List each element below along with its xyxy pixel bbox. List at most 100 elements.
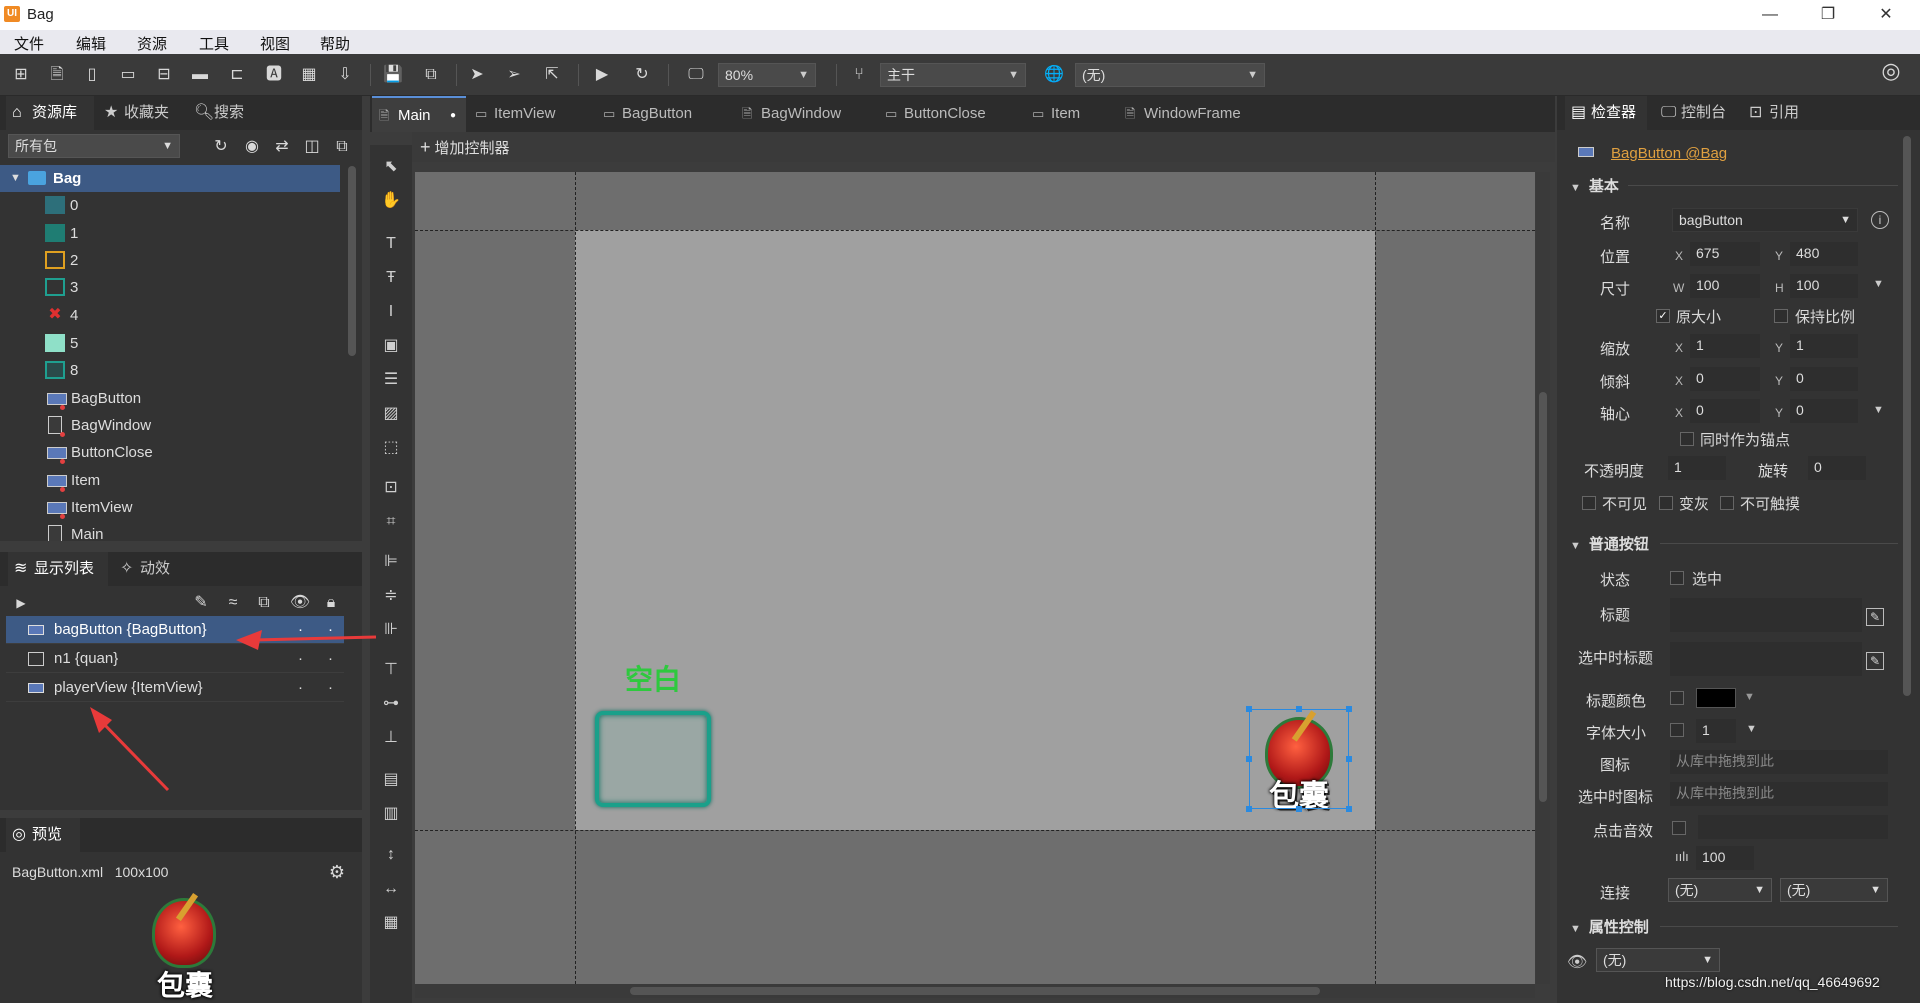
resize-handle[interactable] (1246, 706, 1252, 712)
name-input[interactable]: bagButton ▼ (1672, 208, 1858, 232)
stage-viewport[interactable]: 空白 包囊 (415, 172, 1535, 984)
list-tool-icon[interactable]: ☰ (379, 368, 403, 392)
menu-view[interactable]: 视图 (260, 33, 290, 54)
branch-icon[interactable]: ⑂ (848, 64, 870, 86)
tree-item[interactable]: 3 (0, 274, 340, 301)
menu-resource[interactable]: 资源 (137, 33, 167, 54)
group-tool-icon[interactable]: ⊡ (379, 476, 403, 500)
tab-display-list[interactable]: ≋ 显示列表 (8, 552, 108, 586)
loader-tool-icon[interactable]: ▣ (379, 334, 403, 358)
new-package-icon[interactable]: ⊞ (10, 64, 32, 86)
lock-icon[interactable]: 🔒︎ (320, 592, 342, 614)
display-row-selected[interactable]: bagButton {BagButton} · · (6, 616, 344, 644)
zoom-select[interactable]: 80% ▼ (718, 63, 816, 87)
play-icon[interactable]: ▶ (591, 64, 613, 86)
new-progress-icon[interactable]: ▬ (189, 64, 211, 86)
import-icon[interactable]: ⇩ (334, 64, 356, 86)
settings-gear-icon[interactable]: ⚙ (326, 861, 348, 883)
section-prop-control[interactable]: ▼ 属性控制 (1570, 916, 1649, 937)
menu-edit[interactable]: 编辑 (76, 33, 106, 54)
opacity-input[interactable]: 1 (1668, 456, 1726, 480)
rotation-input[interactable]: 0 (1808, 456, 1866, 480)
library-scrollbar[interactable] (348, 166, 356, 356)
graph-tool-icon[interactable]: ▨ (379, 402, 403, 426)
section-button[interactable]: ▼ 普通按钮 (1570, 533, 1649, 554)
title-color-swatch[interactable] (1696, 688, 1736, 708)
scale-x-input[interactable]: 1 (1690, 334, 1760, 358)
doc-tab-item[interactable]: ▭ Item (1025, 96, 1095, 132)
click-sound-checkbox[interactable] (1672, 821, 1686, 835)
same-width-icon[interactable]: ↔ (379, 877, 403, 901)
tab-console[interactable]: 🖵 控制台 (1655, 96, 1735, 130)
selected-title-input[interactable] (1670, 642, 1862, 676)
new-component-icon[interactable]: 🗎 (46, 64, 68, 86)
pivot-y-input[interactable]: 0 (1790, 399, 1858, 423)
tree-item[interactable]: ItemView (0, 494, 340, 521)
edit-icon[interactable]: ✎ (190, 592, 212, 614)
doc-tab-main[interactable]: 🗎 Main ● (372, 96, 466, 132)
tree-item[interactable]: 5 (0, 330, 340, 357)
user-avatar-icon[interactable]: ◎ (1876, 60, 1906, 90)
position-x-input[interactable]: 675 (1690, 242, 1760, 266)
selected-icon-drop-field[interactable]: 从库中拖拽到此 (1670, 782, 1888, 806)
resize-handle[interactable] (1246, 806, 1252, 812)
display-row[interactable]: playerView {ItemView} · · (6, 674, 344, 702)
tree-root[interactable]: ▼ Bag (0, 165, 340, 192)
icon-drop-field[interactable]: 从库中拖拽到此 (1670, 750, 1888, 774)
tree-item[interactable]: ✖ 4 (0, 302, 340, 329)
chevron-down-icon[interactable]: ▼ (1873, 404, 1884, 416)
publish-icon[interactable]: ➤ (466, 64, 488, 86)
invisible-checkbox[interactable] (1582, 496, 1596, 510)
tree-item[interactable]: BagWindow (0, 412, 340, 439)
tab-favorites[interactable]: ★ 收藏夹 (98, 96, 180, 130)
richtext-tool-icon[interactable]: Ŧ (379, 266, 403, 290)
tree-item[interactable]: Main (0, 521, 340, 541)
duplicate-icon[interactable]: ⧉ (253, 592, 275, 614)
new-label-icon[interactable]: ▯ (81, 64, 103, 86)
refresh-library-icon[interactable]: ↻ (210, 136, 232, 158)
doc-tab-buttonclose[interactable]: ▭ ButtonClose (878, 96, 1008, 132)
menu-tools[interactable]: 工具 (199, 33, 229, 54)
tab-references[interactable]: ⊡ 引用 (1743, 96, 1807, 130)
untouchable-checkbox[interactable] (1720, 496, 1734, 510)
title-color-checkbox[interactable] (1670, 691, 1684, 705)
split-view-icon[interactable]: ◫ (301, 136, 323, 158)
hand-tool-icon[interactable]: ✋ (379, 189, 403, 213)
skew-x-input[interactable]: 0 (1690, 367, 1760, 391)
tree-item[interactable]: BagButton (0, 385, 340, 412)
save-icon[interactable]: 💾 (382, 64, 404, 86)
eye-icon[interactable]: 👁︎ (1567, 952, 1587, 972)
align-bottom-icon[interactable]: ⊥ (379, 726, 403, 750)
selected-checkbox[interactable] (1670, 571, 1684, 585)
click-sound-field[interactable] (1698, 815, 1888, 839)
bag-button[interactable]: 包囊 (1246, 706, 1352, 814)
canvas-hscrollbar[interactable] (630, 987, 1320, 995)
package-filter-select[interactable]: 所有包 ▼ (8, 134, 180, 158)
doc-tab-bagbutton[interactable]: ▭ BagButton (596, 96, 716, 132)
chevron-down-icon[interactable]: ▼ (1744, 691, 1755, 703)
publish-all-icon[interactable]: ⇱ (541, 64, 563, 86)
info-icon[interactable]: i (1871, 211, 1889, 229)
display-row[interactable]: n1 {quan} · · (6, 645, 344, 673)
grayed-checkbox[interactable] (1659, 496, 1673, 510)
chevron-down-icon[interactable]: ▼ (1746, 723, 1757, 735)
play-transition-icon[interactable]: ▶ (10, 592, 32, 614)
align-left-icon[interactable]: ⊫ (379, 550, 403, 574)
resize-handle[interactable] (1296, 806, 1302, 812)
tab-transitions[interactable]: ✧ 动效 (114, 552, 184, 586)
align-middle-icon[interactable]: ⊶ (379, 692, 403, 716)
branch-select[interactable]: 主干 ▼ (880, 63, 1026, 87)
tab-search[interactable]: 🔍︎ 搜索 (188, 96, 252, 130)
resize-handle[interactable] (1296, 706, 1302, 712)
select-tool-icon[interactable]: ⬉ (379, 155, 403, 179)
tree-item[interactable]: 8 (0, 357, 340, 384)
edit-icon[interactable]: ✎ (1866, 652, 1884, 670)
canvas-vscrollbar[interactable] (1539, 392, 1547, 802)
mask-icon[interactable]: ≈ (222, 592, 244, 614)
doc-tab-bagwindow[interactable]: 🗎 BagWindow (735, 96, 863, 132)
player-view-slot[interactable] (595, 711, 711, 807)
align-right-icon[interactable]: ⊪ (379, 618, 403, 642)
tree-item[interactable]: 0 (0, 192, 340, 219)
language-select[interactable]: (无) ▼ (1075, 63, 1265, 87)
restore-button[interactable]: ❐ (1808, 2, 1848, 28)
